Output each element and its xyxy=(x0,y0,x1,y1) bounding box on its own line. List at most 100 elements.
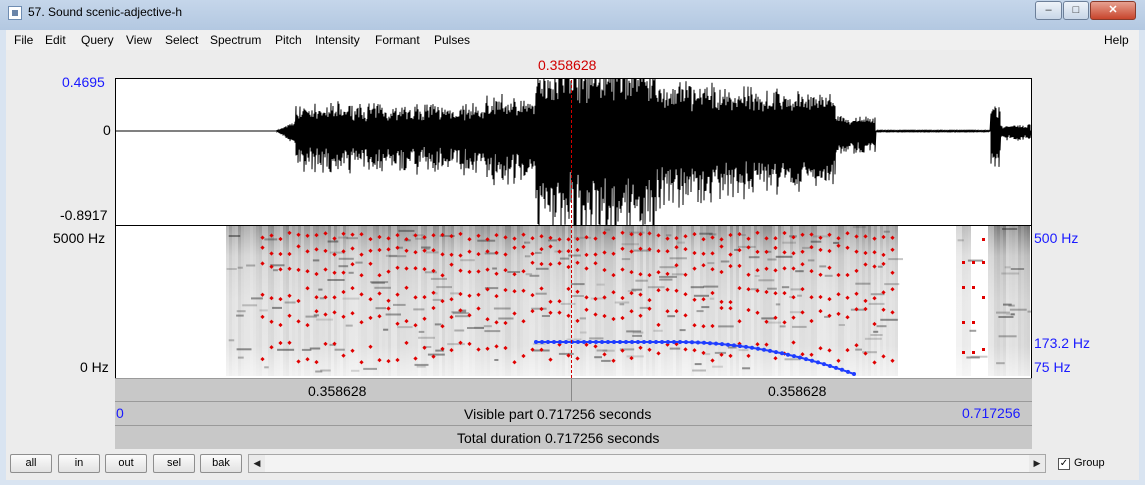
spectrogram-column xyxy=(325,226,328,376)
spectrogram-column xyxy=(835,226,838,376)
spectrogram-column xyxy=(331,226,334,376)
spectrogram-texture xyxy=(766,321,781,324)
spectrogram-texture xyxy=(712,365,723,368)
spectrogram-texture xyxy=(424,271,437,274)
spectrogram-column xyxy=(532,226,535,376)
menu-formant[interactable]: Formant xyxy=(375,33,420,47)
title-bar: 57. Sound scenic-adjective-h – □ ✕ xyxy=(0,0,1145,30)
waveform-panel[interactable] xyxy=(115,78,1032,226)
spectrogram-column xyxy=(859,226,862,376)
pitch-point xyxy=(660,340,664,344)
spectrogram-texture xyxy=(659,275,677,278)
spectrogram-column xyxy=(751,226,754,376)
spectrogram-column xyxy=(244,226,247,376)
selection-divider xyxy=(571,379,572,401)
pitch-point xyxy=(546,340,550,344)
menu-help[interactable]: Help xyxy=(1104,33,1129,47)
spectrogram-column xyxy=(679,226,682,376)
spectrogram-column xyxy=(871,226,874,376)
pitch-point xyxy=(762,347,766,352)
spectrogram-column xyxy=(403,226,406,376)
scroll-right-icon[interactable]: ▶ xyxy=(1029,455,1045,472)
spectrogram-texture xyxy=(718,325,734,328)
maximize-button[interactable]: □ xyxy=(1063,1,1089,20)
pitch-point xyxy=(738,344,742,349)
visible-start-label: 0 xyxy=(116,405,124,421)
pitch-point xyxy=(606,340,610,344)
spectrogram-texture xyxy=(767,287,777,290)
spectrogram-texture xyxy=(703,285,719,288)
spectrogram-column xyxy=(268,226,271,376)
formant-point xyxy=(972,286,975,289)
pitch-point xyxy=(612,340,616,344)
menu-spectrum[interactable]: Spectrum xyxy=(210,33,261,47)
spectrogram-column xyxy=(733,226,736,376)
pitch-point xyxy=(708,341,712,346)
spectrogram-column xyxy=(583,226,586,376)
spectrogram-texture xyxy=(570,283,585,286)
pitch-point xyxy=(720,342,724,347)
pitch-point xyxy=(636,340,640,344)
zoom-back-button[interactable]: bak xyxy=(200,454,242,473)
spectrogram-texture xyxy=(667,315,676,318)
spectrogram-texture xyxy=(393,303,406,306)
spectrogram-texture xyxy=(541,315,550,317)
right-duration-label: 0.358628 xyxy=(768,383,827,399)
spectrogram-column xyxy=(595,226,598,376)
visible-part-bar[interactable]: Visible part 0.717256 seconds xyxy=(115,401,1032,425)
pitch-point xyxy=(582,340,586,344)
menu-intensity[interactable]: Intensity xyxy=(315,33,360,47)
zoom-out-button[interactable]: out xyxy=(105,454,147,473)
spectrogram-column xyxy=(484,226,487,376)
group-checkbox[interactable]: ✓ xyxy=(1058,458,1070,470)
time-scrollbar[interactable]: ◀ ▶ xyxy=(248,454,1046,473)
spectrogram-texture xyxy=(397,326,413,329)
spectrogram-texture xyxy=(309,347,321,350)
spectrogram-texture xyxy=(707,262,715,265)
pitch-point xyxy=(684,340,688,345)
spectrogram-texture xyxy=(619,303,625,306)
spectrogram-texture xyxy=(720,260,730,263)
zoom-all-button[interactable]: all xyxy=(10,454,52,473)
spectrogram-texture xyxy=(560,302,576,305)
spectrogram-texture xyxy=(647,286,665,289)
scroll-left-icon[interactable]: ◀ xyxy=(249,455,265,472)
spectrogram-texture xyxy=(696,310,704,313)
close-button[interactable]: ✕ xyxy=(1090,1,1136,20)
spectrogram-column xyxy=(358,226,361,376)
spectrogram-texture xyxy=(1010,313,1015,316)
spectrogram-texture xyxy=(246,264,256,267)
spectrogram-texture xyxy=(742,367,751,370)
spectrogram-texture xyxy=(447,343,465,346)
menu-select[interactable]: Select xyxy=(165,33,198,47)
spectrogram-column xyxy=(956,226,959,376)
spectrogram-panel[interactable] xyxy=(115,226,1032,378)
menu-file[interactable]: File xyxy=(14,33,33,47)
menu-pitch[interactable]: Pitch xyxy=(275,33,302,47)
spectrogram-texture xyxy=(998,335,1017,338)
minimize-button[interactable]: – xyxy=(1035,1,1062,20)
spectrogram-column xyxy=(505,226,508,376)
selection-duration-bar[interactable]: 0.358628 0.358628 xyxy=(115,378,1032,401)
spectrogram-column xyxy=(883,226,886,376)
spectrogram-texture xyxy=(398,229,415,232)
spectrogram-column xyxy=(496,226,499,376)
menu-bar: File Edit Query View Select Spectrum Pit… xyxy=(6,30,1139,50)
spectrogram-column xyxy=(406,226,409,376)
zoom-in-button[interactable]: in xyxy=(58,454,100,473)
spectrogram-column xyxy=(322,226,325,376)
menu-edit[interactable]: Edit xyxy=(45,33,66,47)
spectrogram-texture xyxy=(868,302,885,305)
total-duration-bar[interactable]: Total duration 0.717256 seconds xyxy=(115,425,1032,449)
spectrogram-texture xyxy=(659,278,673,281)
spectrogram-texture xyxy=(775,303,781,306)
menu-query[interactable]: Query xyxy=(81,33,114,47)
spectrogram-texture xyxy=(338,257,354,260)
menu-view[interactable]: View xyxy=(126,33,152,47)
zoom-sel-button[interactable]: sel xyxy=(153,454,195,473)
spectrogram-texture xyxy=(1027,310,1031,313)
pitch-point xyxy=(558,340,562,344)
spectrogram-texture xyxy=(228,235,241,237)
spectrogram-texture xyxy=(998,316,1014,318)
menu-pulses[interactable]: Pulses xyxy=(434,33,470,47)
